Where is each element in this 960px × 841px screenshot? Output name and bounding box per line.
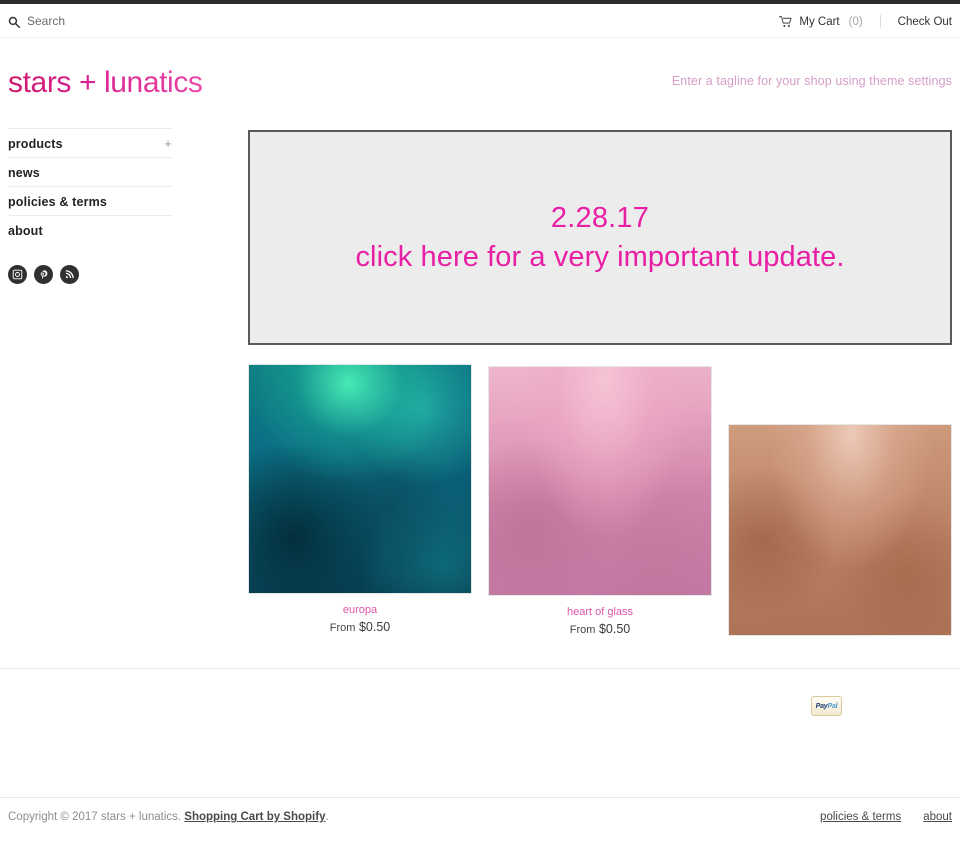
sidebar-item-label: products (8, 136, 63, 151)
sidebar-item-label: news (8, 165, 40, 180)
site-logo[interactable]: stars + lunatics (8, 66, 203, 100)
product-price: From $0.50 (488, 621, 712, 638)
sidebar-nav: products + news policies & terms about (8, 128, 172, 284)
utility-bar: My Cart (0) Check Out (0, 4, 960, 38)
promo-banner-date: 2.28.17 (550, 201, 650, 234)
footer-link-policies-terms[interactable]: policies & terms (820, 811, 901, 823)
paypal-badge-part1: Pay (815, 702, 828, 710)
paypal-badge-part2: Pal (827, 702, 838, 710)
search-icon (8, 15, 20, 28)
price-prefix: From (569, 624, 596, 636)
shopify-link[interactable]: Shopping Cart by Shopify (184, 811, 325, 823)
site-tagline: Enter a tagline for your shop using them… (671, 74, 952, 88)
pinterest-icon[interactable] (34, 265, 53, 284)
sidebar-item-label: policies & terms (8, 194, 107, 209)
social-links (8, 265, 172, 284)
payment-methods: Pay Pal (0, 696, 952, 716)
footer-link-about[interactable]: about (923, 811, 952, 823)
price-value: $0.50 (358, 620, 391, 634)
copyright-text: Copyright © 2017 stars + lunatics. (8, 811, 182, 823)
sidebar-item-about[interactable]: about (8, 215, 172, 244)
paypal-icon[interactable]: Pay Pal (811, 696, 842, 716)
product-image[interactable] (728, 424, 952, 636)
storefront-page: My Cart (0) Check Out stars + lunatics E… (0, 0, 960, 841)
cart-item-count: (0) (848, 15, 863, 28)
search-input[interactable] (27, 13, 177, 29)
copyright-suffix: . (325, 811, 329, 823)
product-grid: europa From $0.50 heart of glass From $0… (248, 364, 952, 644)
product-image[interactable] (488, 366, 712, 596)
my-cart-label: My Cart (799, 15, 840, 28)
sidebar-item-policies-terms[interactable]: policies & terms (8, 186, 172, 215)
sidebar-item-label: about (8, 223, 43, 238)
rss-icon[interactable] (60, 265, 79, 284)
product-card[interactable]: europa From $0.50 (248, 364, 472, 636)
utility-links: My Cart (0) Check Out (779, 15, 952, 28)
main-content: 2.28.17 click here for a very important … (248, 130, 952, 345)
instagram-icon[interactable] (8, 265, 27, 284)
shopping-cart-icon (779, 15, 793, 28)
product-image[interactable] (248, 364, 472, 594)
product-title[interactable]: heart of glass (488, 605, 712, 619)
product-title[interactable]: europa (248, 603, 472, 617)
product-price: From $0.50 (248, 619, 472, 636)
expand-plus-icon[interactable]: + (164, 130, 172, 158)
site-header: stars + lunatics Enter a tagline for you… (0, 39, 960, 120)
search-form[interactable] (8, 13, 177, 29)
price-value: $0.50 (598, 622, 631, 636)
site-footer: Copyright © 2017 stars + lunatics. Shopp… (0, 798, 960, 841)
checkout-link[interactable]: Check Out (898, 16, 952, 28)
sidebar-item-news[interactable]: news (8, 157, 172, 186)
product-card[interactable] (728, 424, 952, 636)
promo-banner-message: click here for a very important update. (355, 240, 845, 273)
sidebar-item-products[interactable]: products + (8, 128, 172, 157)
utility-divider (879, 15, 881, 28)
copyright-notice: Copyright © 2017 stars + lunatics. Shopp… (8, 811, 329, 823)
footer-nav: policies & terms about (820, 811, 952, 823)
footer-divider (0, 668, 960, 669)
product-card[interactable]: heart of glass From $0.50 (488, 366, 712, 638)
my-cart-link[interactable]: My Cart (0) (779, 15, 863, 28)
price-prefix: From (329, 622, 356, 634)
promo-banner[interactable]: 2.28.17 click here for a very important … (248, 130, 952, 345)
